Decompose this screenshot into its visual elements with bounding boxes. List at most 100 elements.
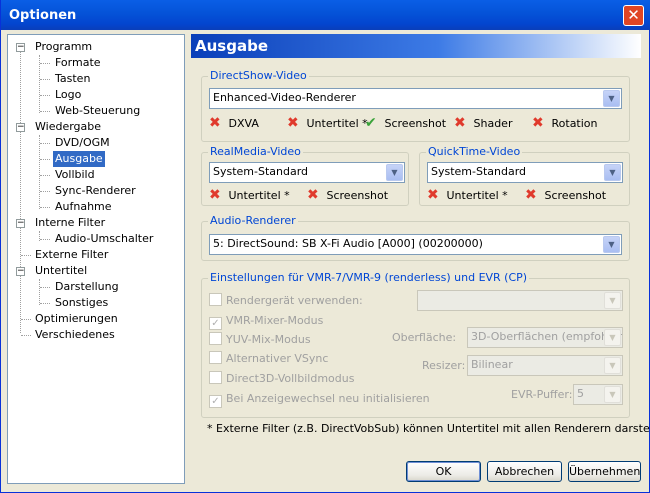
capability-item: ✖ Untertitel * bbox=[287, 115, 368, 131]
directshow-select[interactable]: Enhanced-Video-Renderer ▼ bbox=[209, 88, 622, 109]
chevron-down-icon: ▼ bbox=[604, 329, 621, 346]
directshow-group: DirectShow-Video Enhanced-Video-Renderer… bbox=[201, 69, 630, 142]
capability-label: DXVA bbox=[228, 117, 259, 130]
chevron-down-icon: ▼ bbox=[604, 292, 621, 309]
quicktime-select[interactable]: System-Standard ▼ bbox=[427, 162, 623, 183]
chevron-down-icon: ▼ bbox=[386, 164, 403, 181]
surface-label: Oberfläche: bbox=[392, 331, 457, 344]
tree-item[interactable]: Programm bbox=[33, 39, 94, 55]
cross-icon: ✖ bbox=[209, 187, 221, 203]
ok-button[interactable]: OK bbox=[406, 461, 481, 482]
audio-label: Audio-Renderer bbox=[208, 214, 298, 227]
cross-icon: ✖ bbox=[532, 115, 544, 131]
cross-icon: ✖ bbox=[454, 115, 466, 131]
capability-item: ✖ Screenshot bbox=[307, 187, 388, 203]
vmr-checkbox-label: YUV-Mix-Modus bbox=[226, 333, 311, 346]
tree-item[interactable]: Sonstiges bbox=[53, 295, 110, 311]
tree-item[interactable]: Darstellung bbox=[53, 279, 121, 295]
vmr-checkbox[interactable]: YUV-Mix-Modus bbox=[209, 332, 311, 348]
cross-icon: ✖ bbox=[427, 187, 439, 203]
directshow-label: DirectShow-Video bbox=[208, 69, 309, 82]
tree-item[interactable]: Externe Filter bbox=[33, 247, 110, 263]
tree-item[interactable]: Optimierungen bbox=[33, 311, 120, 327]
evr-buffer-select[interactable]: 5 ▼ bbox=[573, 384, 623, 405]
checkbox-icon bbox=[209, 371, 222, 384]
tree-item[interactable]: Untertitel bbox=[33, 263, 89, 279]
tree-item[interactable]: Vollbild bbox=[53, 167, 97, 183]
footnote: * Externe Filter (z.B. DirectVobSub) kön… bbox=[207, 422, 650, 435]
tree-item[interactable]: Verschiedenes bbox=[33, 327, 117, 343]
checkbox-icon bbox=[209, 293, 222, 306]
realmedia-value: System-Standard bbox=[213, 165, 309, 178]
evr-buffer-label: EVR-Puffer: bbox=[511, 388, 573, 401]
cross-icon: ✖ bbox=[525, 187, 537, 203]
tree-item[interactable]: Ausgabe bbox=[53, 151, 105, 167]
quicktime-label: QuickTime-Video bbox=[426, 145, 523, 158]
vmr-checkbox-label: Alternativer VSync bbox=[226, 352, 329, 365]
capability-item: ✖ Rotation bbox=[532, 115, 598, 131]
collapse-icon[interactable]: − bbox=[16, 43, 25, 52]
vmr-checkbox[interactable]: Alternativer VSync bbox=[209, 351, 328, 367]
chevron-down-icon: ▼ bbox=[604, 357, 621, 374]
vmr-checkbox[interactable]: Rendergerät verwenden: bbox=[209, 293, 363, 309]
tree-item[interactable]: Logo bbox=[53, 87, 83, 103]
collapse-icon[interactable]: − bbox=[16, 123, 25, 132]
options-dialog: Optionen ✕ − Programm Formate Tasten Logo Web… bbox=[0, 0, 650, 493]
cancel-button[interactable]: Abbrechen bbox=[487, 461, 562, 482]
capability-label: Untertitel * bbox=[446, 189, 508, 202]
tree-item[interactable]: Sync-Renderer bbox=[53, 183, 138, 199]
tree-item[interactable]: Interne Filter bbox=[33, 215, 107, 231]
resizer-label: Resizer: bbox=[422, 359, 466, 372]
directshow-value: Enhanced-Video-Renderer bbox=[213, 91, 356, 104]
resizer-value: Bilinear bbox=[471, 358, 513, 371]
quicktime-value: System-Standard bbox=[431, 165, 527, 178]
tree-item[interactable]: Web-Steuerung bbox=[53, 103, 142, 119]
capability-item: ✖ Shader bbox=[454, 115, 512, 131]
audio-group: Audio-Renderer 5: DirectSound: SB X-Fi A… bbox=[201, 214, 630, 261]
chevron-down-icon: ▼ bbox=[604, 164, 621, 181]
chevron-down-icon: ▼ bbox=[604, 386, 621, 403]
checked-box-icon: ✓ bbox=[209, 317, 222, 330]
tree-item[interactable]: Formate bbox=[53, 55, 103, 71]
checked-box-icon: ✓ bbox=[209, 395, 222, 408]
capability-label: Untertitel * bbox=[306, 117, 368, 130]
evr-buffer-value: 5 bbox=[577, 387, 584, 400]
vmr-checkbox[interactable]: ✓ VMR-Mixer-Modus bbox=[209, 313, 323, 330]
tree-item[interactable]: Aufnahme bbox=[53, 199, 114, 215]
surface-select[interactable]: 3D-Oberflächen (empfohlen) ▼ bbox=[467, 327, 623, 348]
realmedia-select[interactable]: System-Standard ▼ bbox=[209, 162, 405, 183]
vmr-settings-group: Einstellungen für VMR-7/VMR-9 (renderles… bbox=[201, 271, 630, 418]
tree-item[interactable]: DVD/OGM bbox=[53, 135, 112, 151]
tree-item[interactable]: Audio-Umschalter bbox=[53, 231, 155, 247]
audio-value: 5: DirectSound: SB X-Fi Audio [A000] (00… bbox=[213, 237, 483, 250]
capability-item: ✔ Screenshot bbox=[365, 115, 446, 131]
surface-value: 3D-Oberflächen (empfohlen) bbox=[471, 330, 623, 343]
window-title: Optionen bbox=[9, 8, 77, 23]
capability-label: Shader bbox=[473, 117, 513, 130]
capability-label: Screenshot bbox=[326, 189, 389, 202]
vmr-checkbox[interactable]: ✓ Bei Anzeigewechsel neu initialisieren bbox=[209, 391, 430, 408]
audio-select[interactable]: 5: DirectSound: SB X-Fi Audio [A000] (00… bbox=[209, 234, 622, 255]
checkmark-icon: ✔ bbox=[365, 115, 377, 131]
collapse-icon[interactable]: − bbox=[16, 267, 25, 276]
collapse-icon[interactable]: − bbox=[16, 219, 25, 228]
chevron-down-icon: ▼ bbox=[603, 236, 620, 253]
resizer-select[interactable]: Bilinear ▼ bbox=[467, 355, 623, 376]
quicktime-group: QuickTime-Video System-Standard ▼ ✖ Unte… bbox=[419, 145, 630, 206]
vmr-checkbox-label: Direct3D-Vollbildmodus bbox=[226, 372, 355, 385]
options-tree[interactable]: − Programm Formate Tasten Logo Web-Steuerung −… bbox=[7, 34, 185, 484]
apply-button[interactable]: Übernehmen bbox=[568, 461, 641, 482]
close-button[interactable]: ✕ bbox=[623, 5, 644, 26]
tree-item[interactable]: Wiedergabe bbox=[33, 119, 103, 135]
capability-item: ✖ Screenshot bbox=[525, 187, 606, 203]
checkbox-icon bbox=[209, 332, 222, 345]
vmr-checkbox[interactable]: Direct3D-Vollbildmodus bbox=[209, 371, 354, 387]
tree-item[interactable]: Tasten bbox=[53, 71, 92, 87]
title-bar: Optionen bbox=[1, 0, 650, 30]
render-device-select[interactable]: ▼ bbox=[417, 290, 623, 311]
capability-label: Screenshot bbox=[384, 117, 447, 130]
cross-icon: ✖ bbox=[287, 115, 299, 131]
capability-item: ✖ Untertitel * bbox=[209, 187, 290, 203]
chevron-down-icon: ▼ bbox=[603, 90, 620, 107]
vmr-settings-label: Einstellungen für VMR-7/VMR-9 (renderles… bbox=[208, 271, 530, 284]
